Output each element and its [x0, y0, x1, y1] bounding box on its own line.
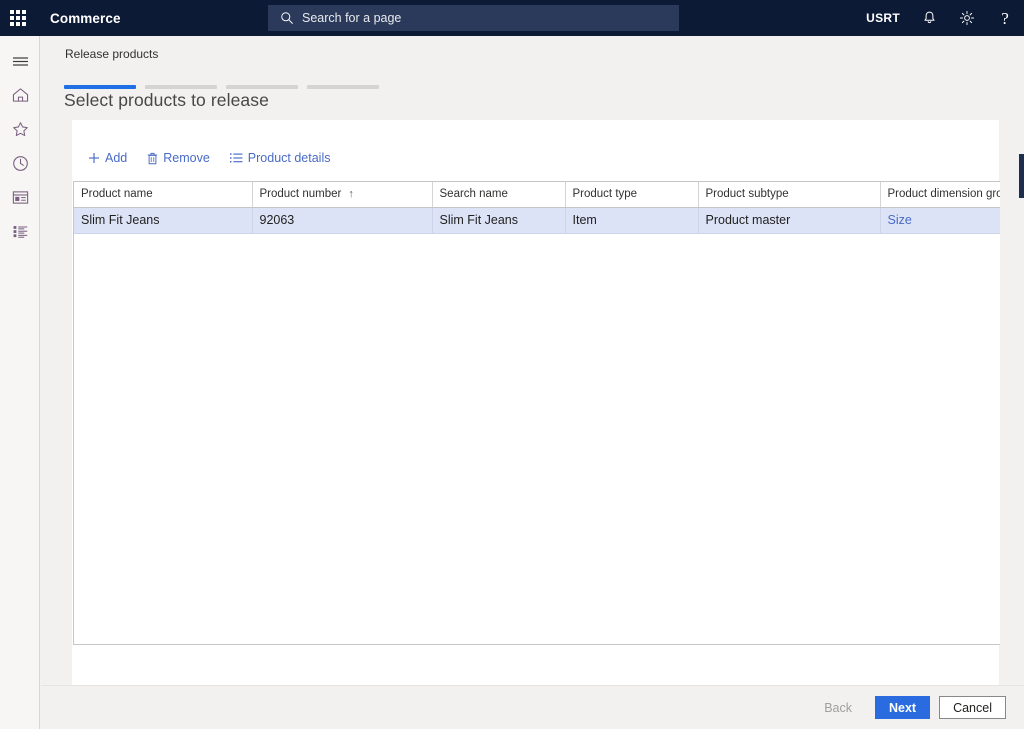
grid-column-header[interactable]: Product dimension group [880, 182, 1000, 207]
waffle-grid [10, 10, 26, 26]
product-details-button[interactable]: Product details [222, 147, 339, 169]
grid-column-header[interactable]: Product number ↑ [252, 182, 432, 207]
page-title: Select products to release [64, 90, 269, 111]
plus-icon [88, 152, 100, 164]
home-icon [12, 87, 29, 103]
left-navigation-rail [0, 36, 40, 729]
wizard-footer: Back Next Cancel [41, 685, 1024, 729]
add-button-label: Add [105, 151, 127, 165]
back-button: Back [810, 696, 866, 719]
hamburger-menu-icon [12, 55, 29, 68]
grid-column-header-label: Product subtype [706, 188, 789, 200]
table-cell[interactable]: Slim Fit Jeans [74, 207, 252, 233]
table-cell[interactable]: Item [565, 207, 698, 233]
trash-icon [147, 152, 158, 165]
products-grid-container[interactable]: Product name Product number ↑ Search name Pr… [73, 181, 1000, 645]
wizard-step-3[interactable] [226, 85, 298, 89]
top-bar-right-group: USRT ? [856, 0, 1024, 36]
workspaces-icon [12, 190, 29, 205]
grid-column-header[interactable]: Search name [432, 182, 565, 207]
grid-column-header-label: Product number [260, 188, 342, 200]
wizard-step-1[interactable] [64, 85, 136, 89]
settings-gear-icon[interactable] [948, 0, 986, 36]
wizard-step-indicator [64, 85, 379, 89]
table-cell[interactable]: Size [880, 207, 1000, 233]
grid-column-header-label: Product type [573, 188, 638, 200]
wizard-step-2[interactable] [145, 85, 217, 89]
table-row[interactable]: Slim Fit Jeans92063Slim Fit JeansItemPro… [74, 207, 1000, 233]
search-box[interactable]: Search for a page [268, 5, 679, 31]
cancel-button[interactable]: Cancel [939, 696, 1006, 719]
notifications-bell-icon[interactable] [910, 0, 948, 36]
sidebar-item-hamburger-menu[interactable] [0, 44, 40, 78]
table-cell[interactable]: Slim Fit Jeans [432, 207, 565, 233]
sidebar-item-workspaces[interactable] [0, 180, 40, 214]
grid-column-header[interactable]: Product name [74, 182, 252, 207]
products-grid: Product name Product number ↑ Search name Pr… [74, 182, 1000, 234]
product-details-button-label: Product details [248, 151, 331, 165]
search-input-placeholder: Search for a page [302, 11, 401, 25]
next-button[interactable]: Next [875, 696, 930, 719]
grid-body: Slim Fit Jeans92063Slim Fit JeansItemPro… [74, 207, 1000, 233]
wizard-step-4[interactable] [307, 85, 379, 89]
grid-column-header-label: Product name [81, 188, 153, 200]
table-cell[interactable]: Product master [698, 207, 880, 233]
details-list-icon [230, 152, 243, 164]
sidebar-item-home[interactable] [0, 78, 40, 112]
sidebar-item-modules[interactable] [0, 214, 40, 248]
company-selector[interactable]: USRT [856, 11, 910, 25]
clock-recent-icon [12, 155, 29, 172]
viewport-scrollbar-thumb[interactable] [1019, 154, 1024, 198]
remove-button[interactable]: Remove [139, 147, 218, 169]
app-title[interactable]: Commerce [50, 11, 121, 26]
star-favorites-icon [12, 121, 29, 137]
grid-header-row: Product name Product number ↑ Search name Pr… [74, 182, 1000, 207]
modules-list-icon [12, 224, 29, 239]
sort-ascending-icon: ↑ [348, 188, 354, 200]
sidebar-item-recent[interactable] [0, 146, 40, 180]
breadcrumb[interactable]: Release products [65, 47, 158, 61]
grid-column-header-label: Search name [440, 188, 508, 200]
table-cell[interactable]: 92063 [252, 207, 432, 233]
remove-button-label: Remove [163, 151, 210, 165]
content-card: Add Remove [72, 120, 999, 684]
grid-column-header[interactable]: Product type [565, 182, 698, 207]
help-question-icon[interactable]: ? [986, 0, 1024, 36]
grid-column-header-label: Product dimension group [888, 188, 1001, 200]
grid-action-toolbar: Add Remove [72, 144, 338, 172]
app-launcher-waffle-icon[interactable] [0, 0, 36, 36]
add-button[interactable]: Add [80, 147, 135, 169]
grid-column-header[interactable]: Product subtype [698, 182, 880, 207]
cell-link[interactable]: Size [888, 213, 912, 227]
sidebar-item-favorites[interactable] [0, 112, 40, 146]
top-navigation-bar: Commerce Search for a page USRT [0, 0, 1024, 36]
main-work-area: Release products Select products to rele… [41, 36, 1024, 729]
viewport-vertical-scrollbar[interactable] [1019, 36, 1024, 729]
search-icon [280, 11, 294, 25]
help-glyph: ? [1001, 10, 1009, 27]
